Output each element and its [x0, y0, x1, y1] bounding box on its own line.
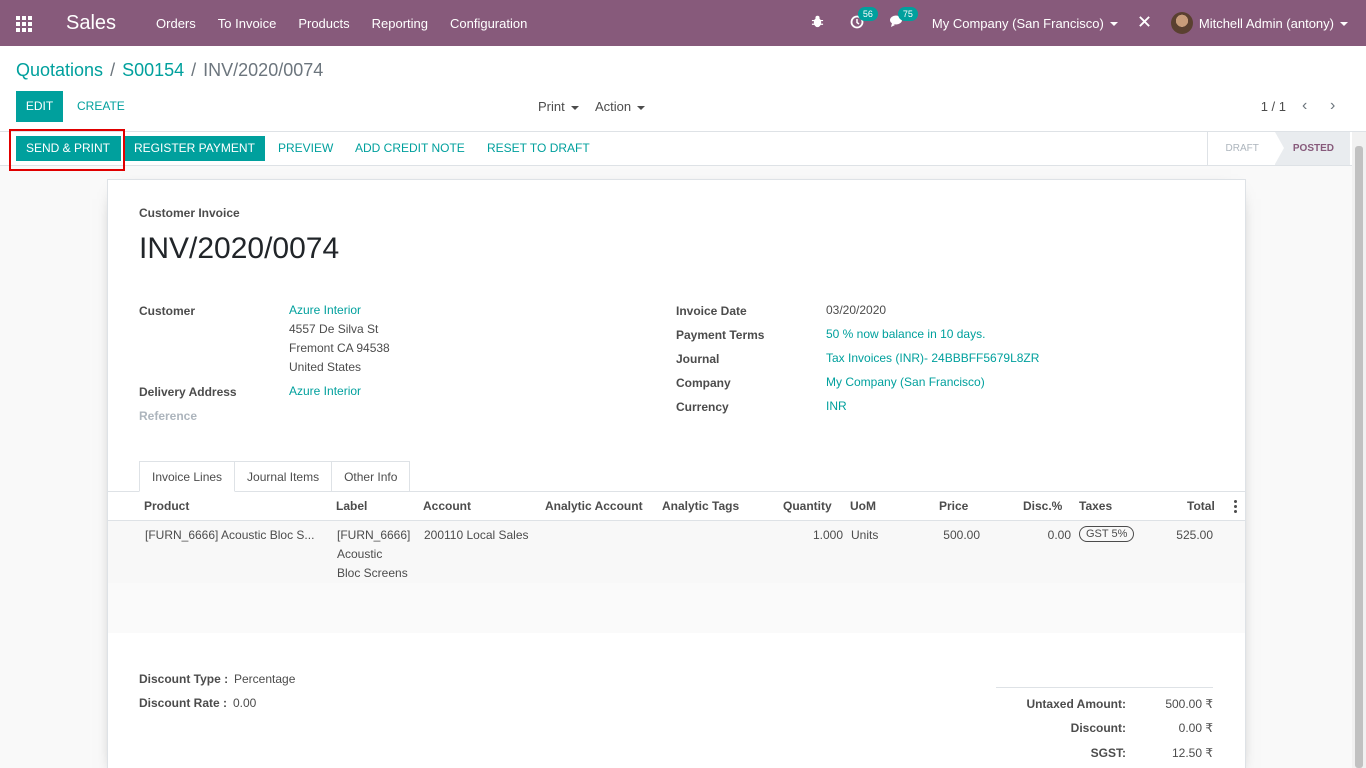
col-uom[interactable]: UoM [850, 499, 876, 513]
company-label: Company [676, 376, 731, 390]
action-dropdown[interactable]: Action [595, 99, 646, 114]
invoice-number: INV/2020/0074 [139, 232, 340, 265]
state-posted[interactable]: POSTED [1274, 132, 1350, 165]
untaxed-amount-label: Untaxed Amount: [1026, 697, 1126, 711]
reference-label: Reference [139, 409, 198, 423]
invoice-date-label: Invoice Date [676, 304, 747, 318]
caret-down-icon [1340, 22, 1348, 27]
payment-terms-field[interactable]: 50 % now balance in 10 days. [826, 325, 985, 344]
invoice-date-field: 03/20/2020 [826, 303, 887, 317]
line-label[interactable]: [FURN_6666] Acoustic Bloc Screens [337, 526, 410, 583]
statusbar: SEND & PRINT REGISTER PAYMENT PREVIEW AD… [0, 132, 1366, 166]
avatar[interactable] [1170, 12, 1193, 34]
line-total[interactable]: 525.00 [1153, 526, 1213, 545]
sgst-value: 12.50 ₹ [1172, 746, 1213, 760]
reset-to-draft-button[interactable]: RESET TO DRAFT [487, 136, 590, 161]
journal-field[interactable]: Tax Invoices (INR)- 24BBBFF5679L8ZR [826, 349, 1039, 368]
state-selector: DRAFT POSTED [1206, 132, 1350, 165]
company-field[interactable]: My Company (San Francisco) [826, 373, 985, 392]
delivery-address-field[interactable]: Azure Interior [289, 382, 361, 401]
discount-rate-value[interactable]: 0.00 [233, 696, 256, 710]
top-navbar: Sales Orders To Invoice Products Reporti… [0, 0, 1366, 46]
col-product[interactable]: Product [144, 499, 189, 513]
line-product[interactable]: [FURN_6666] Acoustic Bloc S... [145, 526, 314, 545]
print-dropdown[interactable]: Print [538, 99, 579, 114]
menu-orders[interactable]: Orders [156, 16, 196, 31]
line-account[interactable]: 200110 Local Sales [424, 526, 529, 545]
customer-street: 4557 De Silva St [289, 322, 379, 336]
customer-country: United States [289, 360, 362, 374]
breadcrumb: Quotations / S00154/INV/2020/0074 [16, 60, 324, 80]
invoice-sheet: Customer Invoice INV/2020/0074 Customer … [107, 179, 1246, 768]
line-discount[interactable]: 0.00 [1011, 526, 1071, 545]
bug-icon[interactable] [811, 15, 824, 31]
col-label[interactable]: Label [336, 499, 367, 513]
line-price[interactable]: 500.00 [920, 526, 980, 545]
add-credit-note-button[interactable]: ADD CREDIT NOTE [355, 136, 465, 161]
tab-journal-items[interactable]: Journal Items [235, 461, 333, 492]
discount-type-label: Discount Type : [139, 672, 229, 686]
menu-configuration[interactable]: Configuration [450, 16, 527, 31]
messages-badge: 75 [897, 7, 918, 21]
activities-badge: 56 [857, 6, 878, 21]
line-tax-badge[interactable]: GST 5% [1079, 526, 1135, 542]
col-taxes[interactable]: Taxes [1079, 499, 1112, 513]
customer-city: Fremont CA 94538 [289, 341, 390, 355]
col-total[interactable]: Total [1187, 499, 1215, 513]
col-price[interactable]: Price [939, 499, 968, 513]
journal-label: Journal [676, 352, 720, 366]
col-quantity[interactable]: Quantity [783, 499, 832, 513]
company-switcher[interactable]: My Company (San Francisco) [932, 16, 1118, 31]
discount-type-value[interactable]: Percentage [234, 672, 295, 686]
menu-products[interactable]: Products [298, 16, 349, 31]
untaxed-amount-value: 500.00 ₹ [1165, 697, 1213, 711]
line-quantity[interactable]: 1.000 [783, 526, 843, 545]
scrollbar-thumb[interactable] [1355, 146, 1363, 768]
caret-down-icon [637, 105, 646, 110]
notebook-tabs: Invoice Lines Journal Items Other Info [139, 461, 411, 492]
app-brand[interactable]: Sales [66, 12, 116, 35]
sgst-label: SGST: [1090, 746, 1126, 760]
discount-value: 0.00 ₹ [1178, 721, 1213, 735]
col-analytic-account[interactable]: Analytic Account [545, 499, 643, 513]
currency-field[interactable]: INR [826, 397, 847, 416]
caret-down-icon [1109, 22, 1118, 27]
control-panel: Quotations / S00154/INV/2020/0074 EDIT CRE… [0, 46, 1366, 132]
line-uom[interactable]: Units [851, 526, 878, 545]
currency-label: Currency [676, 400, 729, 414]
caret-down-icon [570, 105, 579, 110]
discount-rate-label: Discount Rate : [139, 696, 228, 710]
tools-icon[interactable] [1138, 15, 1151, 31]
create-button[interactable]: CREATE [77, 91, 125, 122]
delivery-address-label: Delivery Address [139, 385, 237, 399]
col-discount[interactable]: Disc.% [1023, 499, 1062, 513]
pager-value[interactable]: 1 / 1 [1261, 99, 1286, 114]
chat-icon[interactable]: 75 [889, 7, 918, 31]
register-payment-button[interactable]: REGISTER PAYMENT [124, 136, 265, 161]
highlight-box [9, 129, 125, 171]
pager-next-icon[interactable]: › [1330, 97, 1335, 115]
payment-terms-label: Payment Terms [676, 328, 765, 342]
preview-button[interactable]: PREVIEW [278, 136, 333, 161]
pager-previous-icon[interactable]: ‹ [1302, 97, 1307, 115]
customer-label: Customer [139, 304, 196, 318]
breadcrumb-order[interactable]: S00154 [122, 60, 184, 80]
menu-reporting[interactable]: Reporting [372, 16, 428, 31]
apps-icon[interactable] [16, 16, 34, 32]
breadcrumb-current: INV/2020/0074 [203, 60, 324, 80]
user-menu[interactable]: Mitchell Admin (antony) [1199, 16, 1348, 31]
optional-columns-icon[interactable] [1234, 500, 1238, 515]
breadcrumb-quotations[interactable]: Quotations [16, 60, 103, 80]
document-type: Customer Invoice [139, 206, 240, 220]
state-draft[interactable]: DRAFT [1208, 132, 1285, 165]
menu-to-invoice[interactable]: To Invoice [218, 16, 277, 31]
customer-field[interactable]: Azure Interior [289, 301, 361, 320]
edit-button[interactable]: EDIT [16, 91, 63, 122]
col-analytic-tags[interactable]: Analytic Tags [662, 499, 739, 513]
tab-invoice-lines[interactable]: Invoice Lines [139, 461, 236, 492]
activities-clock-icon[interactable]: 56 [850, 6, 878, 32]
col-account[interactable]: Account [423, 499, 471, 513]
tab-other-info[interactable]: Other Info [332, 461, 411, 492]
discount-label: Discount: [1070, 721, 1126, 735]
